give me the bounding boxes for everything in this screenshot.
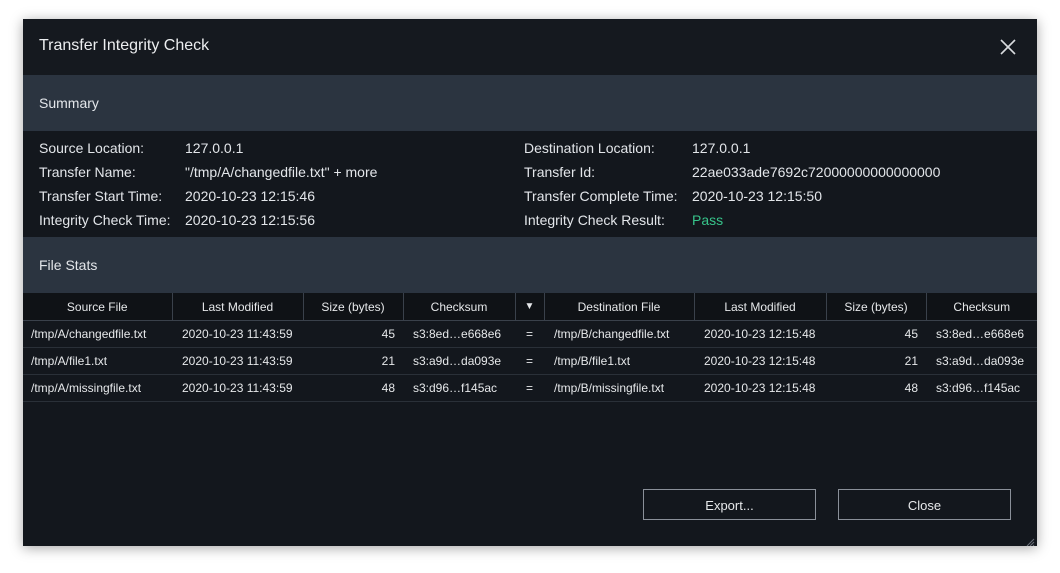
source-checksum-cell: s3:8ed…e668e6 xyxy=(403,320,515,348)
resize-grip-icon[interactable] xyxy=(1025,534,1035,546)
summary-panel: Source Location: 127.0.0.1 Transfer Name… xyxy=(23,131,1037,237)
summary-section-header: Summary xyxy=(23,75,1037,131)
source-file-cell: /tmp/A/missingfile.txt xyxy=(23,374,172,402)
transfer-id-label: Transfer Id: xyxy=(524,164,596,180)
destination-checksum-cell: s3:a9d…da093e xyxy=(926,347,1037,375)
destination-checksum-cell: s3:d96…f145ac xyxy=(926,374,1037,402)
transfer-id-value: 22ae033ade7692c72000000000000000 xyxy=(692,164,941,180)
integrity-check-time-label: Integrity Check Time: xyxy=(39,212,171,228)
integrity-check-result-value: Pass xyxy=(692,212,724,228)
file-stats-heading: File Stats xyxy=(39,257,98,273)
match-indicator: = xyxy=(515,347,544,375)
transfer-name-value: "/tmp/A/changedfile.txt" + more xyxy=(185,164,378,180)
export-button[interactable]: Export... xyxy=(643,489,816,520)
file-stats-table: Source File Last Modified Size (bytes) C… xyxy=(23,293,1037,402)
col-source-size[interactable]: Size (bytes) xyxy=(303,293,404,321)
col-destination-file[interactable]: Destination File xyxy=(544,293,695,321)
transfer-start-time-value: 2020-10-23 12:15:46 xyxy=(185,188,315,204)
table-row[interactable]: /tmp/A/missingfile.txt 2020-10-23 11:43:… xyxy=(23,374,1037,402)
col-destination-checksum[interactable]: Checksum xyxy=(926,293,1037,321)
table-row[interactable]: /tmp/A/changedfile.txt 2020-10-23 11:43:… xyxy=(23,320,1037,348)
destination-size-cell: 48 xyxy=(826,374,926,402)
source-location-value: 127.0.0.1 xyxy=(185,140,244,156)
table-row[interactable]: /tmp/A/file1.txt 2020-10-23 11:43:59 21 … xyxy=(23,347,1037,375)
source-file-cell: /tmp/A/changedfile.txt xyxy=(23,320,172,348)
source-checksum-cell: s3:d96…f145ac xyxy=(403,374,515,402)
destination-location-label: Destination Location: xyxy=(524,140,655,156)
integrity-check-time-value: 2020-10-23 12:15:56 xyxy=(185,212,315,228)
col-source-checksum[interactable]: Checksum xyxy=(403,293,516,321)
destination-modified-cell: 2020-10-23 12:15:48 xyxy=(694,320,826,348)
destination-modified-cell: 2020-10-23 12:15:48 xyxy=(694,374,826,402)
destination-size-cell: 21 xyxy=(826,347,926,375)
col-destination-last-modified[interactable]: Last Modified xyxy=(694,293,827,321)
source-file-cell: /tmp/A/file1.txt xyxy=(23,347,172,375)
col-source-last-modified[interactable]: Last Modified xyxy=(172,293,304,321)
destination-file-cell: /tmp/B/changedfile.txt xyxy=(544,320,694,348)
source-checksum-cell: s3:a9d…da093e xyxy=(403,347,515,375)
destination-file-cell: /tmp/B/file1.txt xyxy=(544,347,694,375)
integrity-check-result-label: Integrity Check Result: xyxy=(524,212,665,228)
close-button[interactable]: Close xyxy=(838,489,1011,520)
summary-heading: Summary xyxy=(39,95,99,111)
destination-location-value: 127.0.0.1 xyxy=(692,140,751,156)
dialog-titlebar: Transfer Integrity Check xyxy=(23,19,1037,75)
transfer-complete-time-label: Transfer Complete Time: xyxy=(524,188,678,204)
dialog-title: Transfer Integrity Check xyxy=(39,37,210,54)
table-header-row: Source File Last Modified Size (bytes) C… xyxy=(23,293,1037,321)
source-size-cell: 45 xyxy=(303,320,403,348)
match-indicator: = xyxy=(515,374,544,402)
destination-size-cell: 45 xyxy=(826,320,926,348)
source-size-cell: 48 xyxy=(303,374,403,402)
transfer-start-time-label: Transfer Start Time: xyxy=(39,188,163,204)
source-size-cell: 21 xyxy=(303,347,403,375)
destination-checksum-cell: s3:8ed…e668e6 xyxy=(926,320,1037,348)
col-destination-size[interactable]: Size (bytes) xyxy=(826,293,927,321)
sort-arrow-icon[interactable]: ▼ xyxy=(515,293,545,321)
destination-modified-cell: 2020-10-23 12:15:48 xyxy=(694,347,826,375)
file-stats-section-header: File Stats xyxy=(23,237,1037,293)
source-modified-cell: 2020-10-23 11:43:59 xyxy=(172,320,303,348)
transfer-name-label: Transfer Name: xyxy=(39,164,136,180)
close-icon[interactable] xyxy=(997,36,1019,58)
match-indicator: = xyxy=(515,320,544,348)
col-source-file[interactable]: Source File xyxy=(23,293,173,321)
source-modified-cell: 2020-10-23 11:43:59 xyxy=(172,374,303,402)
transfer-complete-time-value: 2020-10-23 12:15:50 xyxy=(692,188,822,204)
integrity-check-dialog: Transfer Integrity Check Summary Source … xyxy=(23,19,1037,546)
source-modified-cell: 2020-10-23 11:43:59 xyxy=(172,347,303,375)
destination-file-cell: /tmp/B/missingfile.txt xyxy=(544,374,694,402)
source-location-label: Source Location: xyxy=(39,140,145,156)
